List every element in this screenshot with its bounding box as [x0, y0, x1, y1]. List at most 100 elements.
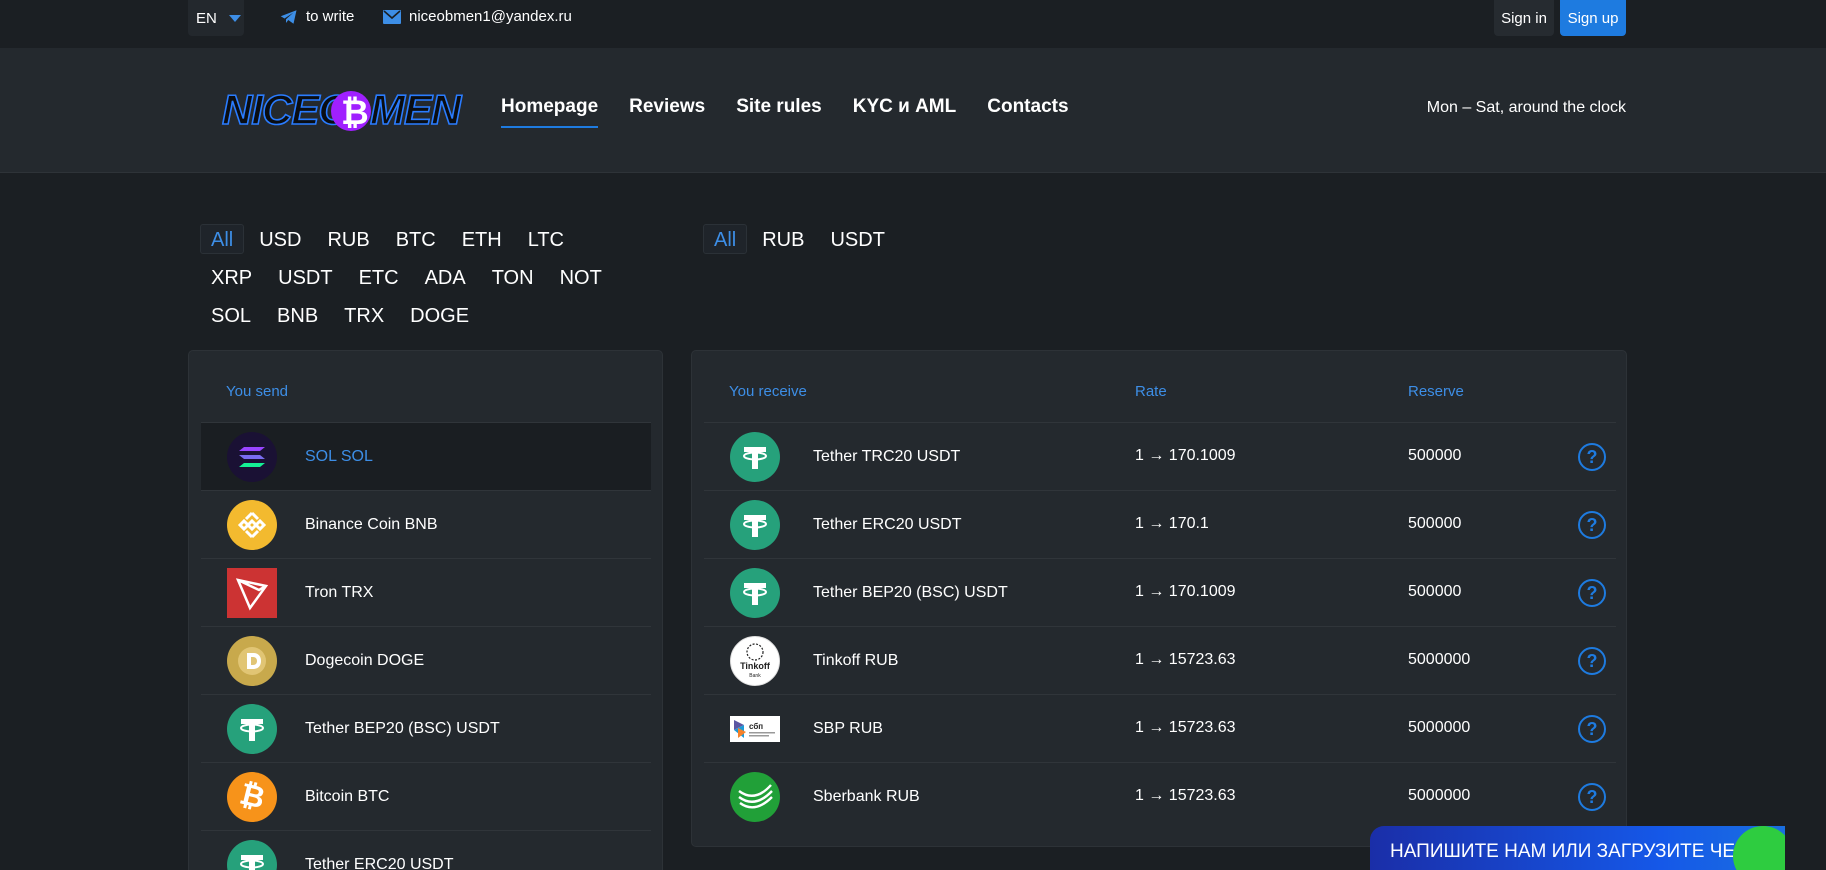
tinkoff-icon: Tinkoff Bank: [730, 635, 780, 686]
receive-filter-rub[interactable]: RUB: [751, 224, 815, 254]
receive-item[interactable]: сбп SBP RUB 1 → 15723.63 5000000 ?: [704, 694, 1616, 762]
send-filter-sol[interactable]: SOL: [200, 300, 262, 330]
send-item-name: Tron TRX: [305, 583, 374, 601]
send-filter-not[interactable]: NOT: [549, 262, 613, 292]
send-item[interactable]: SOL SOL: [201, 422, 651, 490]
sign-up-button[interactable]: Sign up: [1560, 0, 1626, 36]
rate-header: Rate: [1135, 383, 1167, 400]
rate-value: 1 → 15723.63: [1135, 787, 1236, 804]
send-panel: You send SOL SOL Binance Coin BNB Tron T…: [188, 350, 663, 870]
send-item[interactable]: ₿ Bitcoin BTC: [201, 762, 651, 830]
nav-homepage[interactable]: Homepage: [501, 96, 599, 128]
tether-icon: [227, 839, 277, 870]
email-link[interactable]: niceobmen1@yandex.ru: [383, 8, 572, 25]
help-icon[interactable]: ?: [1578, 443, 1606, 471]
rate-value: 1 → 15723.63: [1135, 719, 1236, 736]
reserve-value: 500000: [1408, 583, 1462, 600]
site-logo[interactable]: NICEO MEN ₿: [220, 78, 465, 144]
main-nav: Homepage Reviews Site rules KYC и AML Co…: [501, 96, 1069, 128]
receive-currency-filters: All RUB USDT: [703, 224, 1003, 254]
chat-indicator-icon: [1733, 826, 1785, 870]
sbp-icon: сбп: [730, 704, 780, 754]
receive-filter-usdt[interactable]: USDT: [819, 224, 895, 254]
nav-kyc-aml[interactable]: KYC и AML: [853, 96, 957, 128]
send-filter-usd[interactable]: USD: [248, 224, 312, 254]
rate-value: 1 → 170.1009: [1135, 583, 1236, 600]
receive-header: You receive: [729, 383, 807, 400]
send-filter-eth[interactable]: ETH: [451, 224, 513, 254]
language-selector[interactable]: EN: [188, 0, 244, 36]
receive-item[interactable]: Tether TRC20 USDT 1 → 170.1009 500000 ?: [704, 422, 1616, 490]
send-filter-xrp[interactable]: XRP: [200, 262, 263, 292]
send-filter-all[interactable]: All: [200, 224, 245, 254]
language-label: EN: [196, 9, 217, 27]
sign-in-button[interactable]: Sign in: [1494, 0, 1554, 36]
receive-item-name: Tether TRC20 USDT: [813, 447, 961, 465]
nav-site-rules[interactable]: Site rules: [736, 96, 822, 128]
receive-panel: You receive Rate Reserve Tether TRC20 US…: [691, 350, 1627, 847]
telegram-link[interactable]: to write: [280, 8, 354, 25]
nav-contacts[interactable]: Contacts: [987, 96, 1068, 128]
send-item[interactable]: Tron TRX: [201, 558, 651, 626]
top-bar: EN to write niceobmen1@yandex.ru Sign in…: [0, 0, 1826, 48]
tether-icon: [730, 431, 780, 482]
mail-icon: [383, 9, 401, 24]
help-icon[interactable]: ?: [1578, 783, 1606, 811]
chat-widget[interactable]: НАПИШИТЕ НАМ ИЛИ ЗАГРУЗИТЕ ЧЕК: [1370, 826, 1785, 870]
svg-text:₿: ₿: [341, 94, 369, 132]
help-icon[interactable]: ?: [1578, 579, 1606, 607]
receive-item[interactable]: Tinkoff Bank Tinkoff RUB 1 → 15723.63 500…: [704, 626, 1616, 694]
send-filter-trx[interactable]: TRX: [333, 300, 395, 330]
send-filter-bnb[interactable]: BNB: [266, 300, 329, 330]
send-currency-filters: All USD RUB BTC ETH LTC XRP USDT ETC ADA…: [200, 224, 620, 330]
receive-item-name: Tether BEP20 (BSC) USDT: [813, 583, 1008, 601]
rate-value: 1 → 170.1: [1135, 515, 1209, 532]
send-filter-usdt[interactable]: USDT: [267, 262, 343, 292]
help-icon[interactable]: ?: [1578, 715, 1606, 743]
chevron-down-icon: [228, 14, 241, 22]
send-item[interactable]: Tether ERC20 USDT: [201, 830, 651, 870]
send-item[interactable]: Tether BEP20 (BSC) USDT: [201, 694, 651, 762]
send-filter-ton[interactable]: TON: [481, 262, 545, 292]
dogecoin-icon: [227, 635, 277, 686]
tether-icon: [730, 567, 780, 618]
send-filter-ada[interactable]: ADA: [414, 262, 477, 292]
tether-icon: [730, 499, 780, 550]
bitcoin-icon: ₿: [227, 771, 277, 822]
email-address: niceobmen1@yandex.ru: [409, 8, 572, 25]
svg-text:Tinkoff: Tinkoff: [740, 661, 771, 671]
svg-text:сбп: сбп: [749, 722, 763, 731]
send-item-name: Binance Coin BNB: [305, 515, 438, 533]
receive-item[interactable]: Tether ERC20 USDT 1 → 170.1 500000 ?: [704, 490, 1616, 558]
reserve-value: 5000000: [1408, 787, 1471, 804]
receive-filter-all[interactable]: All: [703, 224, 748, 254]
send-filter-rub[interactable]: RUB: [316, 224, 380, 254]
receive-item[interactable]: Sberbank RUB 1 → 15723.63 5000000 ?: [704, 762, 1616, 830]
send-filter-doge[interactable]: DOGE: [399, 300, 480, 330]
receive-item-name: Tinkoff RUB: [813, 651, 899, 669]
tron-icon: [227, 567, 277, 618]
telegram-icon: [280, 9, 297, 24]
send-item-name: Tether BEP20 (BSC) USDT: [305, 719, 500, 737]
receive-item-name: Tether ERC20 USDT: [813, 515, 962, 533]
svg-text:Bank: Bank: [749, 673, 761, 679]
reserve-value: 5000000: [1408, 651, 1471, 668]
send-filter-btc[interactable]: BTC: [385, 224, 447, 254]
bnb-icon: [227, 499, 277, 550]
help-icon[interactable]: ?: [1578, 647, 1606, 675]
send-item[interactable]: Dogecoin DOGE: [201, 626, 651, 694]
solana-icon: [227, 431, 277, 482]
send-filter-etc[interactable]: ETC: [348, 262, 410, 292]
send-filter-ltc[interactable]: LTC: [517, 224, 575, 254]
receive-item[interactable]: Tether BEP20 (BSC) USDT 1 → 170.1009 500…: [704, 558, 1616, 626]
receive-item-name: Sberbank RUB: [813, 787, 920, 805]
nav-reviews[interactable]: Reviews: [629, 96, 705, 128]
svg-text:MEN: MEN: [370, 86, 463, 133]
reserve-value: 500000: [1408, 447, 1462, 464]
site-header: NICEO MEN ₿ Homepage Reviews Site rules …: [0, 48, 1826, 173]
send-item[interactable]: Binance Coin BNB: [201, 490, 651, 558]
send-item-name: Tether ERC20 USDT: [305, 855, 454, 870]
rate-value: 1 → 170.1009: [1135, 447, 1236, 464]
help-icon[interactable]: ?: [1578, 511, 1606, 539]
chat-widget-label: НАПИШИТЕ НАМ ИЛИ ЗАГРУЗИТЕ ЧЕК: [1390, 841, 1747, 862]
